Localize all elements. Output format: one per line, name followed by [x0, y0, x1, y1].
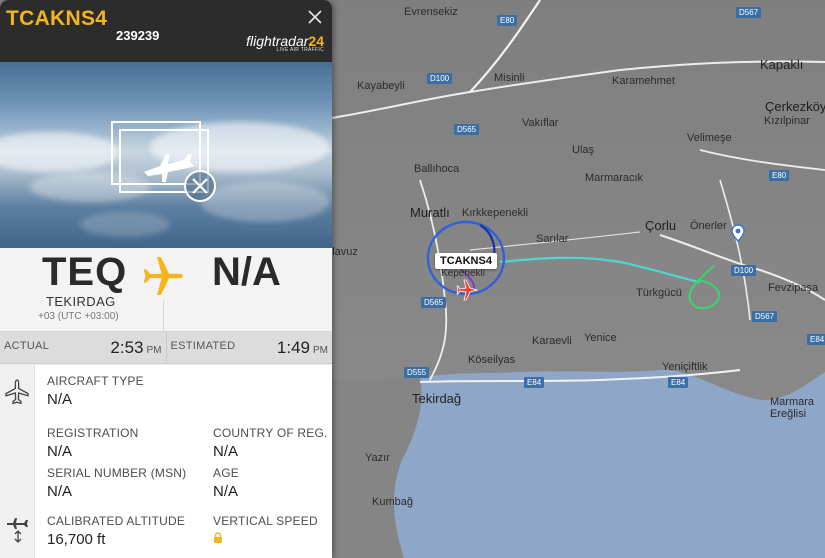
road-shield: D100	[427, 73, 453, 84]
map-place-label: Marmaracık	[585, 172, 644, 184]
country-value: N/A	[213, 443, 239, 460]
altitude-value: 16,700 ft	[47, 531, 106, 548]
origin-timezone: +03 (UTC +03:00)	[38, 311, 119, 322]
map-place-label: Sarılar	[536, 233, 569, 245]
registration-label: REGISTRATION	[47, 426, 139, 440]
country-label: COUNTRY OF REG.	[213, 426, 328, 440]
map-place-label: Misinli	[494, 72, 525, 84]
aircraft-icon	[5, 379, 29, 405]
flight-callsign: TCAKNS4	[6, 7, 108, 30]
map-place-label: Köseilyas	[468, 354, 516, 366]
road-shield: D567	[752, 311, 778, 322]
panel-header: TCAKNS4 239239 flightradar24 LIVE AIR TR…	[0, 0, 332, 62]
actual-time-value: 2:53	[110, 338, 144, 357]
altitude-label: CALIBRATED ALTITUDE	[47, 514, 186, 528]
times-row: ACTUAL 2:53 PM ESTIMATED 1:49 PM	[0, 332, 332, 364]
origin-city: TEKIRDAG	[46, 294, 116, 309]
estimated-time-cell: ESTIMATED 1:49 PM	[165, 332, 333, 363]
map-place-label: Karaevli	[532, 335, 572, 347]
map-place-label: Kepenekli	[441, 268, 485, 279]
destination-code: N/A	[212, 250, 281, 294]
actual-time-cell: ACTUAL 2:53 PM	[0, 332, 166, 363]
lock-icon[interactable]	[213, 532, 223, 544]
age-label: AGE	[213, 466, 239, 480]
map-place-label: Ballıhoca	[414, 163, 460, 175]
map-place-label: Fevzipaşa	[768, 282, 819, 294]
map-place-label: Karamehmet	[612, 75, 675, 87]
estimated-time: 1:49 PM	[277, 338, 328, 358]
route-divider	[163, 300, 164, 332]
map-place-label: Kırkkepenekli	[462, 207, 529, 219]
origin-code[interactable]: TEQ	[42, 250, 127, 295]
map-place-label: Vakıflar	[522, 117, 559, 129]
road-shield: E84	[668, 377, 689, 388]
map-place-label: Türkgücü	[636, 287, 682, 299]
road-shield: E80	[769, 170, 790, 181]
map-place-label: Marmara Ereğlisi	[770, 396, 815, 420]
actual-time: 2:53 PM	[110, 338, 161, 358]
road-shield: E84	[524, 377, 545, 388]
map-place-label: Yenice	[584, 332, 617, 344]
map-place-label: Yazır	[365, 452, 390, 464]
map-place-label: Kapaklı	[760, 57, 804, 72]
flight-info-panel: TCAKNS4 239239 flightradar24 LIVE AIR TR…	[0, 0, 332, 558]
map-place-label: Kumbağ	[372, 496, 413, 508]
map-place-label: Önerler	[690, 220, 727, 232]
map-place-label: Velimeşe	[687, 132, 732, 144]
map-place-label: Evrensekiz	[404, 6, 458, 18]
map-place-label: Kızılpinar	[764, 115, 810, 127]
no-photo-icon	[111, 121, 216, 202]
map-place-label: Çerkezköy	[765, 99, 825, 114]
road-shield: D555	[404, 367, 430, 378]
brand-tagline: LIVE AIR TRAFFIC	[276, 47, 324, 53]
actual-time-ampm: PM	[146, 345, 162, 356]
map-place-label: Muratlı	[410, 205, 450, 220]
flight-number: 239239	[116, 28, 160, 43]
map-place-label: Ulaş	[572, 144, 595, 156]
age-value: N/A	[213, 483, 239, 500]
altitude-icon	[7, 518, 28, 543]
aircraft-details: AIRCRAFT TYPE N/A REGISTRATION N/A COUNT…	[0, 365, 332, 558]
map-place-label: Yeniçiftlik	[662, 361, 708, 373]
location-pin-icon[interactable]	[731, 224, 745, 242]
plane-icon	[143, 257, 183, 295]
estimated-label: ESTIMATED	[170, 340, 236, 352]
aircraft-photo-placeholder	[0, 62, 332, 248]
map-place-label: Çorlu	[645, 218, 677, 233]
close-icon[interactable]	[307, 9, 323, 25]
serial-label: SERIAL NUMBER (MSN)	[47, 466, 187, 480]
map-place-label: Kayabeyli	[357, 80, 405, 92]
vertical-speed-label: VERTICAL SPEED	[213, 514, 318, 528]
route-section: TEQ TEKIRDAG +03 (UTC +03:00) N/A	[0, 248, 332, 332]
road-shield: D565	[454, 124, 480, 135]
aircraft-callsign-tag[interactable]: TCAKNS4	[435, 253, 497, 269]
road-shield: D100	[731, 265, 757, 276]
road-shield: D567	[736, 7, 762, 18]
map-place-label: Tekirdağ	[412, 391, 462, 406]
serial-value: N/A	[47, 483, 73, 500]
registration-value: N/A	[47, 443, 73, 460]
aircraft-type-value: N/A	[47, 391, 73, 408]
road-shield: D565	[421, 297, 447, 308]
aircraft-type-label: AIRCRAFT TYPE	[47, 374, 144, 388]
road-shield: E80	[497, 15, 518, 26]
actual-label: ACTUAL	[4, 340, 50, 352]
road-shield: E84	[807, 334, 825, 345]
estimated-time-value: 1:49	[276, 338, 310, 357]
route-plane-badge	[138, 251, 188, 301]
estimated-time-ampm: PM	[313, 345, 328, 356]
